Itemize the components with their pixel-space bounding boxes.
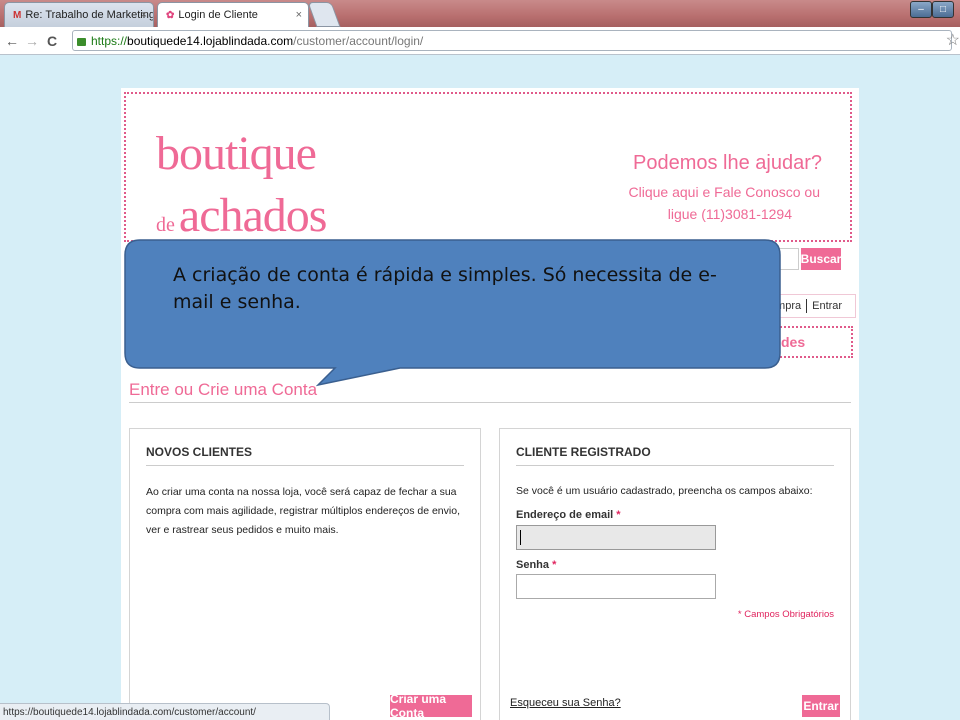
lock-icon [77,37,86,46]
required-asterisk: * [552,559,557,571]
logo-achados: achados [178,189,328,242]
minimize-button[interactable]: – [910,1,932,18]
nav-menu-fragment[interactable]: des [761,326,853,358]
close-tab-icon[interactable]: × [141,9,147,21]
search-button[interactable]: Buscar [801,248,841,270]
registered-description: Se você é um usuário cadastrado, preench… [516,485,813,497]
registered-customer-panel: CLIENTE REGISTRADO Se você é um usuário … [499,428,851,720]
url-scheme: https:// [91,33,128,48]
password-label-text: Senha [516,559,550,571]
url-path: /customer/account/login/ [293,33,424,48]
reload-icon[interactable]: C [42,33,62,49]
phone-text: ligue (11)3081-1294 [667,206,792,222]
status-bar: https://boutiquede14.lojablindada.com/cu… [0,703,330,720]
tab-marketing[interactable]: M Re: Trabalho de Marketing × [4,2,154,27]
email-field[interactable] [516,525,716,550]
tab-label: Re: Trabalho de Marketing [25,9,154,21]
search-input[interactable] [771,248,799,270]
divider [516,465,834,466]
help-title: Podemos lhe ajudar? [632,152,822,174]
close-tab-icon[interactable]: × [296,9,302,21]
nav-menu-label: des [781,334,806,350]
logo-de: de [156,214,175,236]
url-host: boutiquede14.lojablindada.com [127,33,294,48]
back-icon[interactable]: ← [2,33,22,49]
email-label-text: Endereço de email [516,509,614,521]
divider [129,402,851,403]
store-favicon-icon: ✿ [166,9,175,21]
new-customers-description: Ao criar uma conta na nossa loja, você s… [146,486,460,536]
email-label: Endereço de email * [516,509,621,521]
login-link[interactable]: Entrar [807,300,847,312]
tab-login[interactable]: ✿ Login de Cliente × [157,2,309,27]
create-account-button[interactable]: Criar uma Conta [390,692,472,720]
new-tab-button[interactable] [307,2,341,27]
forward-icon[interactable]: → [22,33,42,49]
login-button[interactable]: Entrar [802,695,840,717]
account-links: Compra Entrar [757,294,856,318]
maximize-button[interactable]: □ [932,1,954,18]
new-customers-panel: NOVOS CLIENTES Ao criar uma conta na nos… [129,428,481,720]
tab-label: Login de Cliente [178,9,258,21]
callout-text: A criação de conta é rápida e simples. S… [173,264,717,313]
divider [146,465,464,466]
text-caret [520,530,521,545]
contact-link[interactable]: Clique aqui e Fale Conosco ou [629,184,820,200]
registered-heading: CLIENTE REGISTRADO [516,445,651,459]
logo-second-line[interactable]: de achados [156,189,328,242]
browser-toolbar: ← → C https:// boutiquede14.lojablindada… [0,27,960,55]
bookmark-star-icon[interactable]: ☆ [946,30,960,50]
address-bar[interactable]: https:// boutiquede14.lojablindada.com /… [72,30,952,51]
required-fields-note: * Campos Obrigatórios [737,609,834,620]
browser-tab-strip: M Re: Trabalho de Marketing × ✿ Login de… [0,0,960,27]
page-title: Entre ou Crie uma Conta [129,380,318,399]
site-header: boutique de achados Podemos lhe ajudar? … [124,92,852,242]
password-label: Senha * [516,559,556,571]
forgot-password-link[interactable]: Esqueceu sua Senha? [510,697,621,709]
page-content: boutique de achados Podemos lhe ajudar? … [121,88,859,720]
logo[interactable]: boutique [156,130,317,178]
cart-link[interactable]: Compra [757,300,806,312]
new-customers-heading: NOVOS CLIENTES [146,445,253,459]
required-asterisk: * [616,509,621,521]
gmail-icon: M [13,9,22,21]
password-field[interactable] [516,574,716,599]
